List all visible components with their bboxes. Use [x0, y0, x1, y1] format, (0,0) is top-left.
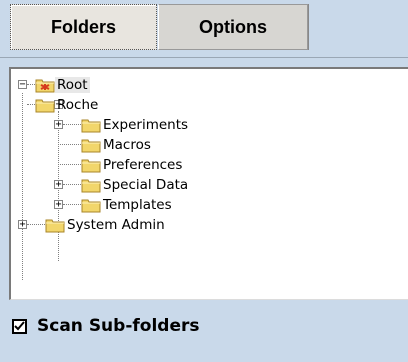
- tree-item-special-data[interactable]: Special Data: [81, 175, 190, 195]
- tree-label-templates: Templates: [103, 197, 172, 213]
- tree-item-system-admin[interactable]: System Admin: [45, 215, 167, 235]
- scan-subfolders-checkbox[interactable]: [12, 318, 27, 334]
- tab-folders-label: Folders: [50, 16, 116, 37]
- tree-connector: [63, 184, 81, 185]
- tree-connector: [27, 224, 45, 225]
- folder-icon: [81, 179, 101, 193]
- tree-label-experiments: Experiments: [103, 117, 189, 133]
- folder-icon: [81, 139, 101, 153]
- checkmark-icon: [14, 320, 25, 330]
- tree-connector: [63, 204, 81, 205]
- tree-connector: [58, 144, 81, 145]
- tree-connector: [22, 93, 23, 280]
- tree-item-macros[interactable]: Macros: [81, 135, 153, 155]
- tab-options[interactable]: Options: [158, 4, 308, 50]
- folder-icon: [35, 99, 55, 113]
- tree-item-root[interactable]: Root: [35, 75, 90, 95]
- tree-connector: [58, 164, 81, 165]
- tree-label-roche: Roche: [57, 97, 99, 113]
- tree-item-roche[interactable]: Roche: [35, 95, 100, 115]
- root-folder-icon: [35, 79, 55, 93]
- tree-label-root: Root: [55, 77, 90, 93]
- tab-strip: Folders Options: [0, 0, 408, 58]
- expand-icon[interactable]: +: [18, 220, 27, 230]
- tree-item-templates[interactable]: Templates: [81, 195, 174, 215]
- tree-item-preferences[interactable]: Preferences: [81, 155, 184, 175]
- tree-label-preferences: Preferences: [103, 157, 183, 173]
- tree-connector: [27, 84, 35, 85]
- tab-folders[interactable]: Folders: [10, 4, 157, 50]
- scan-subfolders-label: Scan Sub-folders: [37, 316, 200, 336]
- tree-item-experiments[interactable]: Experiments: [81, 115, 190, 135]
- tab-options-label: Options: [199, 16, 267, 37]
- collapse-icon[interactable]: −: [18, 80, 27, 90]
- folder-icon: [81, 199, 101, 213]
- scan-subfolders-option[interactable]: Scan Sub-folders: [12, 313, 200, 339]
- tree-label-system-admin: System Admin: [67, 217, 165, 233]
- folder-icon: [81, 119, 101, 133]
- tree-connector: [63, 124, 81, 125]
- folder-tree[interactable]: − − + + + + Root Roche Experiments Macro…: [9, 67, 408, 300]
- tree-label-special-data: Special Data: [103, 177, 189, 193]
- folder-icon: [81, 159, 101, 173]
- tab-strip-divider: [0, 57, 408, 58]
- tree-label-macros: Macros: [103, 137, 151, 153]
- expand-icon[interactable]: +: [54, 200, 63, 210]
- expand-icon[interactable]: +: [54, 180, 63, 190]
- expand-icon[interactable]: +: [54, 120, 63, 130]
- folder-icon: [45, 219, 65, 233]
- tab-divider: [308, 4, 309, 50]
